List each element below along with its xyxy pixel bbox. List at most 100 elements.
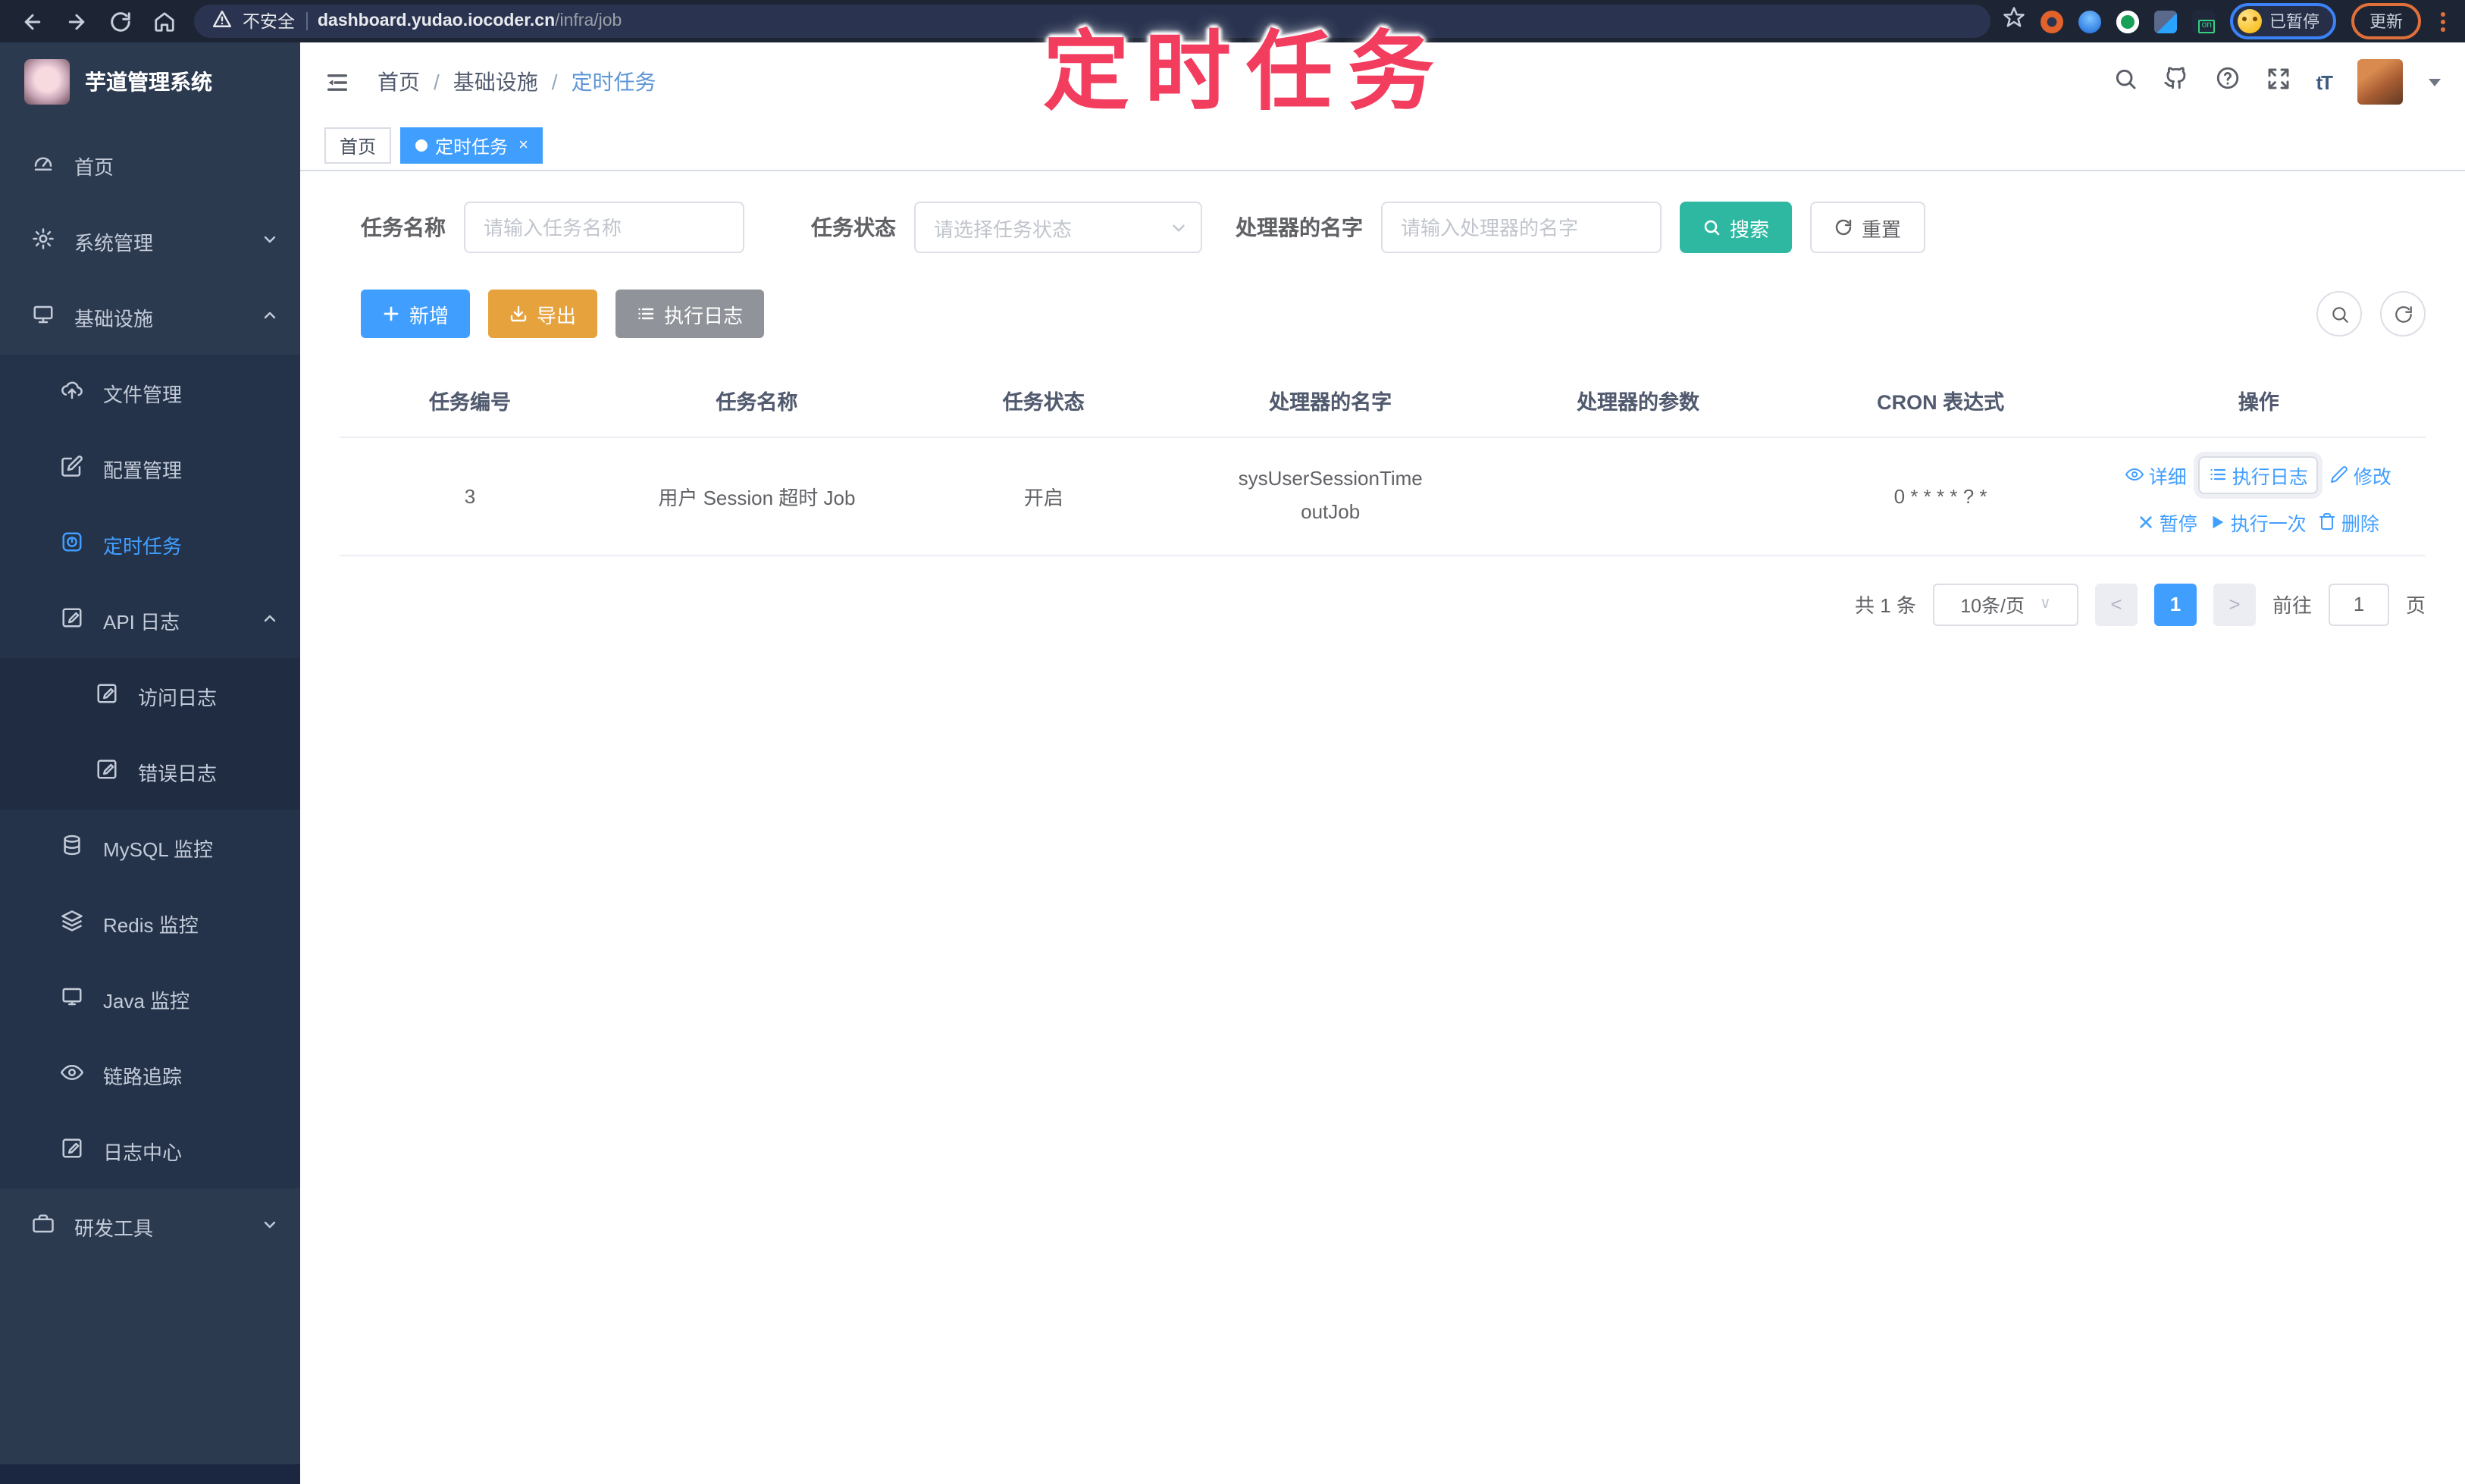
chevron-down-icon (1173, 224, 1185, 232)
chevron-up-icon (261, 305, 279, 328)
play-icon (2213, 515, 2225, 528)
breadcrumb-current: 定时任务 (571, 70, 656, 94)
reset-button[interactable]: 重置 (1810, 202, 1926, 253)
extension-icon-blue[interactable] (2078, 10, 2101, 33)
extension-icon-onetab[interactable]: on (2192, 10, 2215, 33)
sidebar-item-api-log[interactable]: API 日志 (0, 582, 300, 658)
home-icon[interactable] (153, 10, 176, 33)
exec-log-link[interactable]: 执行日志 (2198, 456, 2319, 493)
sidebar-item-infra[interactable]: 基础设施 (0, 279, 300, 355)
back-icon[interactable] (21, 10, 44, 33)
chevron-down-icon (261, 230, 279, 252)
tab-job[interactable]: 定时任务 × (400, 127, 543, 164)
breadcrumb-infra[interactable]: 基础设施 (453, 67, 538, 97)
active-tab-dot (415, 139, 428, 152)
bookmark-star-icon[interactable] (2003, 6, 2025, 36)
sidebar-item-config[interactable]: 配置管理 (0, 430, 300, 506)
sidebar-item-job[interactable]: 定时任务 (0, 506, 300, 582)
collapse-menu-icon[interactable] (324, 69, 350, 95)
annotation-overlay-text: 定时任务 (1043, 24, 1449, 121)
col-handler-name: 处理器的名字 (1269, 391, 1392, 415)
profile-emoji-avatar (2238, 9, 2262, 33)
sidebar-bottom-strip (0, 1464, 300, 1484)
sidebar-item-log-center[interactable]: 日志中心 (0, 1113, 300, 1188)
next-page-button[interactable]: > (2213, 583, 2256, 625)
pagination: 共 1 条 10条/页 ∨ < 1 > 前往 页 (337, 583, 2435, 625)
fullscreen-icon[interactable] (2266, 66, 2290, 98)
reload-icon[interactable] (109, 10, 132, 33)
table-header-row: 任务编号 任务名称 任务状态 处理器的名字 处理器的参数 CRON 表达式 操作 (340, 365, 2426, 437)
refresh-icon (1835, 219, 1852, 236)
log-list-icon (2211, 468, 2226, 481)
breadcrumb-home[interactable]: 首页 (377, 67, 420, 97)
browser-menu-icon[interactable] (2436, 11, 2450, 31)
tab-home[interactable]: 首页 (324, 127, 392, 164)
github-icon[interactable] (2163, 65, 2188, 99)
edit-link[interactable]: 修改 (2331, 460, 2391, 489)
database-icon (61, 834, 83, 861)
timer-icon (61, 531, 83, 558)
divider (305, 12, 307, 30)
tab-close-icon[interactable]: × (518, 136, 528, 155)
sidebar-item-home[interactable]: 首页 (0, 127, 300, 203)
x-icon (2141, 515, 2153, 528)
extension-icon-green[interactable] (2116, 10, 2139, 33)
log-list-icon (638, 308, 654, 320)
sidebar-item-mysql[interactable]: MySQL 监控 (0, 809, 300, 885)
pencil-icon (2331, 466, 2348, 483)
monitor-icon (32, 303, 55, 330)
java-monitor-icon (61, 985, 83, 1013)
prev-page-button[interactable]: < (2094, 583, 2138, 625)
handler-name-input[interactable] (1381, 202, 1662, 253)
api-log-icon (61, 606, 83, 634)
browser-update-button[interactable]: 更新 (2351, 3, 2421, 39)
sidebar-item-access-log[interactable]: 访问日志 (0, 658, 300, 734)
sidebar-item-error-log[interactable]: 错误日志 (0, 734, 300, 809)
sidebar-item-system[interactable]: 系统管理 (0, 203, 300, 279)
cell-task-id: 3 (340, 436, 600, 556)
user-avatar[interactable] (2357, 59, 2403, 105)
page-1-button[interactable]: 1 (2153, 583, 2197, 625)
search-button[interactable]: 搜索 (1680, 202, 1793, 253)
sidebar-item-trace[interactable]: 链路追踪 (0, 1037, 300, 1113)
extension-icon-grid[interactable] (2154, 10, 2177, 33)
extension-icon-orange[interactable] (2041, 10, 2063, 33)
app-title: 芋道管理系统 (85, 70, 212, 94)
col-task-id: 任务编号 (429, 391, 511, 415)
page-size-select[interactable]: 10条/页 ∨ (1932, 583, 2078, 625)
trash-icon (2319, 513, 2335, 530)
show-search-toggle-button[interactable] (2316, 291, 2362, 337)
exec-log-button[interactable]: 执行日志 (615, 290, 765, 338)
delete-link[interactable]: 删除 (2319, 507, 2379, 536)
font-size-icon[interactable]: tT (2316, 70, 2333, 93)
edit-icon (61, 455, 83, 482)
sidebar-item-devtools[interactable]: 研发工具 (0, 1188, 300, 1264)
refresh-table-button[interactable] (2380, 291, 2426, 337)
download-icon (510, 305, 527, 322)
task-name-input[interactable] (464, 202, 744, 253)
sidebar-menu: 首页 系统管理 基础设施 文件管理 配置管理 定时任务 API 日志 访问日志 … (0, 121, 300, 1464)
forward-icon[interactable] (65, 10, 88, 33)
sidebar-item-java[interactable]: Java 监控 (0, 961, 300, 1037)
avatar-caret-icon[interactable] (2429, 78, 2441, 86)
detail-link[interactable]: 详细 (2125, 460, 2187, 489)
browser-profile-chip[interactable]: 已暂停 (2230, 3, 2336, 39)
app-logo-row[interactable]: 芋道管理系统 (0, 42, 300, 121)
task-status-select[interactable]: 请选择任务状态 (914, 202, 1202, 253)
run-once-link[interactable]: 执行一次 (2210, 507, 2307, 536)
add-button[interactable]: 新增 (361, 290, 471, 338)
search-icon[interactable] (2113, 66, 2137, 98)
pause-link[interactable]: 暂停 (2138, 507, 2197, 536)
chevron-down-icon (261, 1215, 279, 1238)
help-icon[interactable] (2214, 65, 2240, 99)
access-log-icon (96, 682, 118, 709)
sidebar-item-file[interactable]: 文件管理 (0, 355, 300, 430)
col-handler-param: 处理器的参数 (1577, 391, 1700, 415)
eye-icon (61, 1061, 83, 1088)
briefcase-icon (32, 1213, 55, 1240)
goto-page-input[interactable] (2328, 583, 2389, 625)
warning-icon (212, 9, 232, 33)
screen: 不安全 dashboard.yudao.iocoder.cn/infra/job… (0, 0, 2465, 1484)
sidebar-item-redis[interactable]: Redis 监控 (0, 885, 300, 961)
export-button[interactable]: 导出 (488, 290, 598, 338)
